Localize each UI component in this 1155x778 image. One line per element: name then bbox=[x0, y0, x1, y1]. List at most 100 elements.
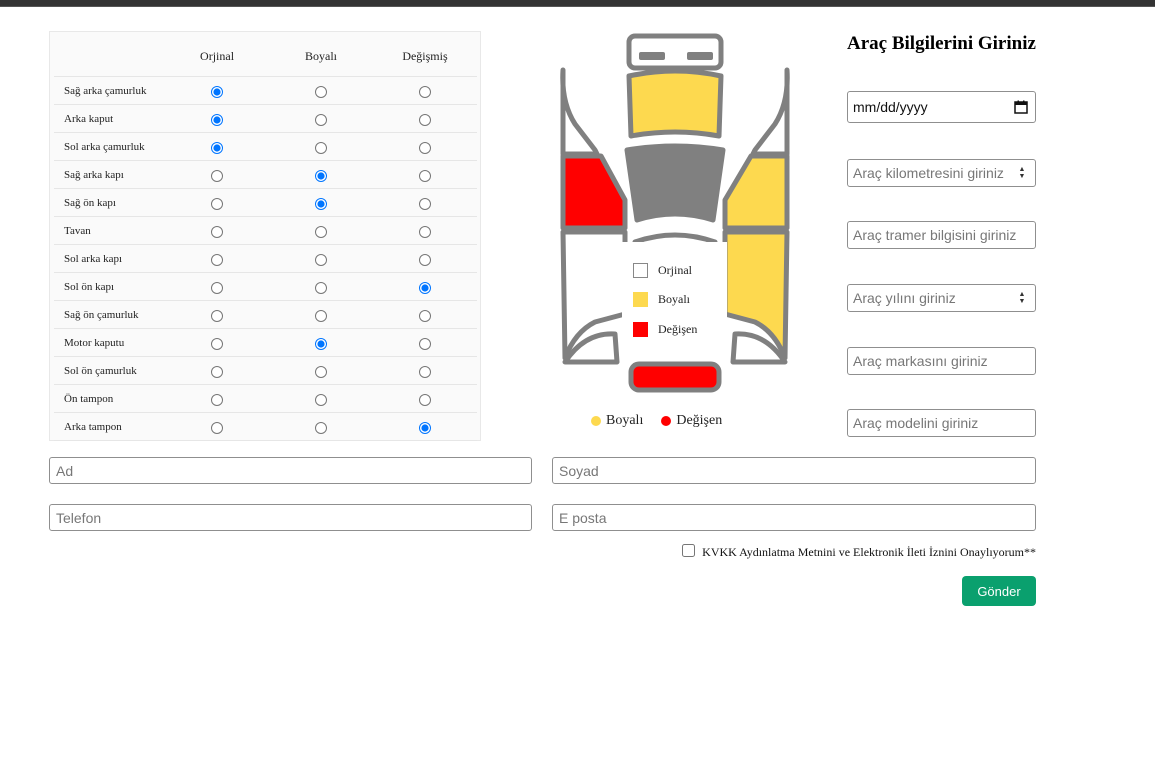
part-radio-painted[interactable] bbox=[315, 141, 327, 154]
part-radio-original[interactable] bbox=[211, 85, 224, 98]
parts-table-row: Sol ön çamurluk bbox=[54, 356, 477, 385]
part-radio-changed[interactable] bbox=[418, 365, 431, 378]
part-cell-painted bbox=[269, 356, 373, 385]
summary-legend-changed-label: Değişen bbox=[676, 413, 723, 428]
legend-painted-label: Boyalı bbox=[658, 291, 690, 306]
part-radio-changed[interactable] bbox=[418, 113, 431, 126]
part-cell-painted bbox=[269, 160, 373, 189]
part-cell-changed bbox=[372, 328, 477, 357]
part-radio-original[interactable] bbox=[211, 365, 224, 378]
tramer-input[interactable]: Araç tramer bilgisini giriniz bbox=[847, 221, 1036, 249]
part-radio-changed[interactable] bbox=[418, 197, 431, 210]
part-radio-original[interactable] bbox=[211, 337, 224, 350]
part-radio-original[interactable] bbox=[211, 169, 224, 182]
parts-table-row: Arka kaput bbox=[54, 104, 477, 133]
km-input[interactable]: Araç kilometresini giriniz ▲ ▼ bbox=[847, 159, 1036, 187]
first-name-input[interactable]: Ad bbox=[49, 457, 532, 484]
part-radio-original[interactable] bbox=[211, 309, 224, 322]
number-spinner-icon[interactable]: ▲ ▼ bbox=[1017, 166, 1027, 180]
brand-input[interactable]: Araç markasını giriniz bbox=[847, 347, 1036, 375]
part-radio-changed[interactable] bbox=[418, 253, 431, 266]
part-radio-original[interactable] bbox=[211, 421, 224, 434]
part-name: Sağ ön kapı bbox=[54, 188, 166, 217]
part-radio-painted[interactable] bbox=[315, 113, 327, 126]
part-radio-changed[interactable] bbox=[418, 141, 431, 154]
part-cell-painted bbox=[269, 104, 373, 133]
part-name: Sağ ön çamurluk bbox=[54, 300, 166, 329]
header-original: Orjinal bbox=[165, 36, 270, 77]
part-radio-original[interactable] bbox=[211, 113, 224, 126]
part-cell-changed bbox=[372, 300, 477, 329]
parts-table-row: Sol arka kapı bbox=[54, 244, 477, 273]
part-cell-original bbox=[165, 216, 270, 245]
last-name-input[interactable]: Soyad bbox=[552, 457, 1036, 484]
part-radio-painted[interactable] bbox=[315, 337, 327, 350]
model-input-placeholder: Araç modelini giriniz bbox=[853, 415, 979, 431]
part-cell-changed bbox=[372, 104, 477, 133]
part-cell-original bbox=[165, 76, 270, 105]
part-radio-painted[interactable] bbox=[315, 281, 327, 294]
part-radio-changed[interactable] bbox=[418, 309, 431, 322]
part-cell-changed bbox=[372, 244, 477, 273]
part-radio-changed[interactable] bbox=[418, 393, 431, 406]
part-radio-painted[interactable] bbox=[315, 169, 327, 182]
consent-row[interactable]: KVKK Aydınlatma Metnini ve Elektronik İl… bbox=[682, 544, 1036, 560]
part-name: Sol ön kapı bbox=[54, 272, 166, 301]
header-changed: Değişmiş bbox=[372, 36, 477, 77]
part-radio-painted[interactable] bbox=[315, 197, 327, 210]
part-radio-original[interactable] bbox=[211, 393, 224, 406]
part-radio-original[interactable] bbox=[211, 197, 224, 210]
model-input[interactable]: Araç modelini giriniz bbox=[847, 409, 1036, 437]
date-input[interactable]: mm/dd/yyyy bbox=[847, 91, 1036, 123]
part-radio-changed[interactable] bbox=[418, 225, 431, 238]
part-radio-painted[interactable] bbox=[315, 365, 327, 378]
year-input[interactable]: Araç yılını giriniz ▲ ▼ bbox=[847, 284, 1036, 312]
calendar-icon[interactable] bbox=[1014, 100, 1028, 114]
legend-changed-swatch bbox=[633, 321, 648, 337]
brand-input-placeholder: Araç markasını giriniz bbox=[853, 353, 988, 369]
part-name: Sağ arka kapı bbox=[54, 160, 166, 189]
part-cell-original bbox=[165, 104, 270, 133]
part-radio-changed[interactable] bbox=[418, 337, 431, 350]
summary-legend-changed: Değişen bbox=[661, 413, 722, 429]
part-radio-original[interactable] bbox=[211, 253, 224, 266]
summary-legend-painted: Boyalı bbox=[591, 413, 643, 429]
year-input-placeholder: Araç yılını giriniz bbox=[853, 290, 956, 306]
top-bar bbox=[0, 0, 1155, 7]
part-radio-original[interactable] bbox=[211, 281, 224, 294]
part-radio-changed[interactable] bbox=[418, 421, 431, 434]
legend-painted: Boyalı bbox=[633, 291, 690, 307]
number-spinner-icon[interactable]: ▲ ▼ bbox=[1017, 291, 1027, 305]
submit-button[interactable]: Gönder bbox=[962, 576, 1036, 606]
part-radio-changed[interactable] bbox=[418, 85, 431, 98]
part-radio-painted[interactable] bbox=[315, 421, 327, 434]
first-name-placeholder: Ad bbox=[56, 462, 74, 479]
part-radio-painted[interactable] bbox=[315, 85, 327, 98]
part-radio-changed[interactable] bbox=[418, 169, 431, 182]
part-radio-original[interactable] bbox=[211, 141, 224, 154]
part-radio-painted[interactable] bbox=[315, 309, 327, 322]
part-cell-changed bbox=[372, 384, 477, 413]
km-input-placeholder: Araç kilometresini giriniz bbox=[853, 165, 1004, 181]
car-part-sol-arka-kapi bbox=[722, 153, 790, 231]
part-name: Sol ön çamurluk bbox=[54, 356, 166, 385]
part-radio-changed[interactable] bbox=[418, 281, 431, 294]
tramer-input-placeholder: Araç tramer bilgisini giriniz bbox=[853, 227, 1017, 243]
header-painted: Boyalı bbox=[269, 36, 373, 77]
parts-table-row: Sağ ön kapı bbox=[54, 188, 477, 217]
car-part-sag-arka-camurluk bbox=[750, 67, 790, 157]
part-radio-painted[interactable] bbox=[315, 393, 327, 406]
part-radio-painted[interactable] bbox=[315, 253, 327, 266]
phone-input[interactable]: Telefon bbox=[49, 504, 532, 531]
email-input[interactable]: E posta bbox=[552, 504, 1036, 531]
legend-original: Orjinal bbox=[633, 262, 692, 278]
part-name: Tavan bbox=[54, 216, 166, 245]
part-radio-painted[interactable] bbox=[315, 225, 327, 238]
painted-dot-icon bbox=[591, 416, 601, 426]
car-part-sag-arka-kapi bbox=[560, 153, 628, 231]
part-cell-original bbox=[165, 384, 270, 413]
email-placeholder: E posta bbox=[559, 509, 607, 526]
part-radio-original[interactable] bbox=[211, 225, 224, 238]
part-cell-changed bbox=[372, 76, 477, 105]
consent-checkbox[interactable] bbox=[682, 544, 696, 557]
